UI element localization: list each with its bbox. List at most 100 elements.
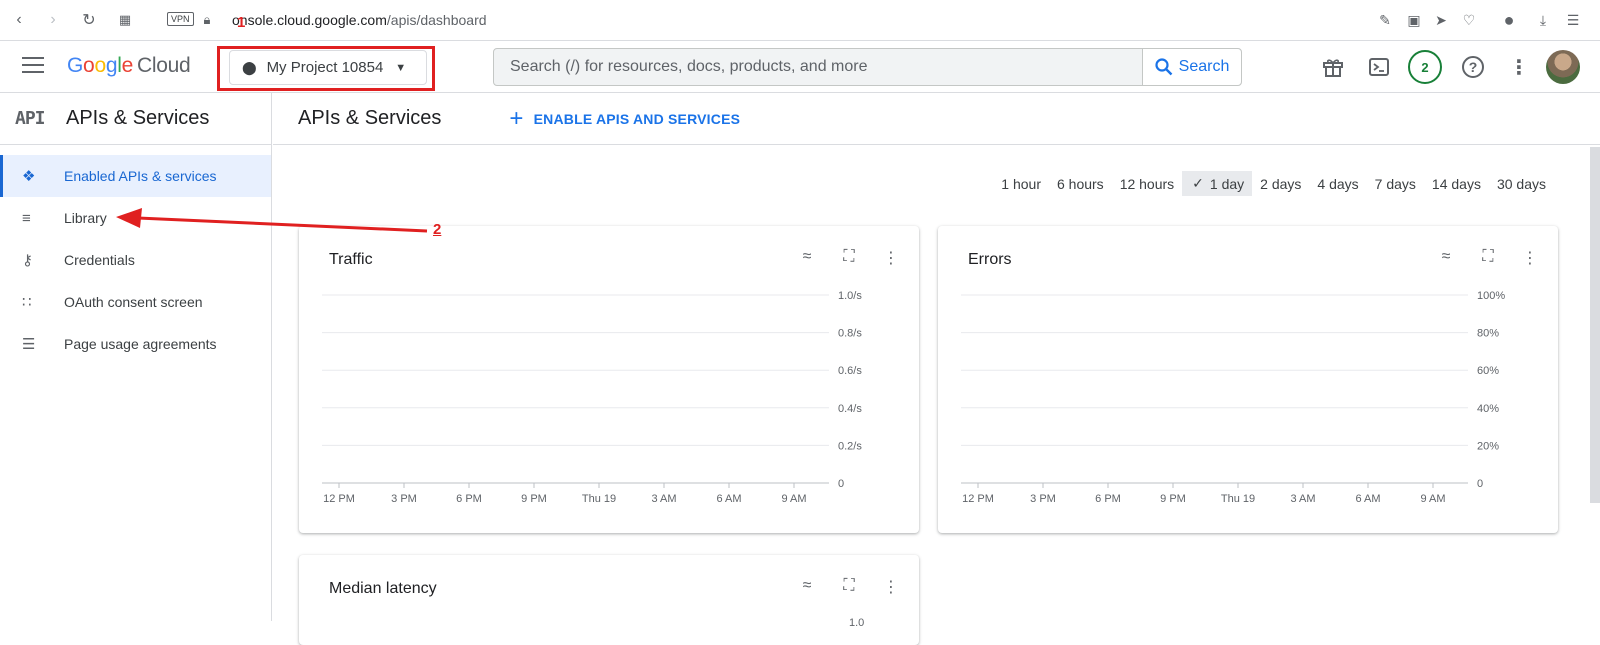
time-option-7d[interactable]: 7 days xyxy=(1367,171,1424,196)
x-tick-label: 6 PM xyxy=(456,493,482,505)
back-icon[interactable]: ‹ xyxy=(8,9,30,31)
sidebar-item-enabled-apis[interactable]: ❖ Enabled APIs & services xyxy=(0,155,271,197)
x-tick-label: Thu 19 xyxy=(1221,493,1255,505)
scrollbar[interactable] xyxy=(1590,147,1600,503)
time-range-selector: 1 hour 6 hours 12 hours ✓ 1 day 2 days 4 … xyxy=(993,171,1554,196)
sidebar-item-oauth-consent[interactable]: ∷ OAuth consent screen xyxy=(0,281,271,323)
project-name: My Project 10854 xyxy=(266,59,384,76)
library-icon: ≡ xyxy=(22,209,31,227)
avatar[interactable] xyxy=(1546,50,1580,84)
y-tick-label: 1.0 xyxy=(849,617,865,629)
card-title: Median latency xyxy=(329,580,437,597)
time-option-14d[interactable]: 14 days xyxy=(1424,171,1489,196)
settings-sliders-icon[interactable]: ☰ xyxy=(1562,9,1584,31)
console-header: Google Cloud ⬤︎ My Project 10854 ▼ Search… xyxy=(0,41,1600,93)
card-tools: ≈ ⛶ ⋮ xyxy=(795,577,903,597)
logo-cloud: Cloud xyxy=(136,54,191,77)
median-latency-card: Median latency ≈ ⛶ ⋮ 1.0 xyxy=(299,555,919,645)
browser-toolbar: ‹ › ↻ ▦ VPN 🔒︎ onsole.cloud.google.com/a… xyxy=(0,0,1600,41)
url-domain: onsole.cloud.google.com xyxy=(232,12,387,28)
x-tick-label: 6 PM xyxy=(1095,493,1121,505)
heart-icon[interactable]: ♡ xyxy=(1458,9,1480,31)
sidebar-item-credentials[interactable]: ⚷ Credentials xyxy=(0,239,271,281)
y-tick-label: 0 xyxy=(1477,478,1483,490)
y-tick-label: 40% xyxy=(1477,403,1499,415)
diamond-dots-icon: ❖ xyxy=(22,168,36,185)
y-tick-label: 0.2/s xyxy=(838,440,862,452)
time-option-2d[interactable]: 2 days xyxy=(1252,171,1309,196)
y-tick-label: 20% xyxy=(1477,440,1499,452)
menu-icon[interactable] xyxy=(22,57,44,75)
download-icon[interactable]: ⤓ xyxy=(1532,9,1554,31)
sidebar-item-label: Page usage agreements xyxy=(64,336,217,352)
logo-google: Google xyxy=(67,54,133,77)
y-tick-label: 0 xyxy=(838,478,844,490)
more-vert-icon[interactable]: ⋮ xyxy=(1506,54,1532,80)
reload-icon[interactable]: ↻ xyxy=(78,9,100,31)
notifications-badge[interactable]: 2 xyxy=(1408,50,1442,84)
sidebar-item-page-usage[interactable]: ☰ Page usage agreements xyxy=(0,323,271,365)
key-icon: ⚷ xyxy=(22,252,33,269)
fullscreen-icon[interactable]: ⛶ xyxy=(837,577,861,597)
x-tick-label: 9 AM xyxy=(1420,493,1445,505)
y-tick-label: 100% xyxy=(1477,290,1505,302)
edit-icon[interactable]: ✎ xyxy=(1374,9,1396,31)
camera-icon[interactable]: ▣ xyxy=(1403,9,1425,31)
x-tick-label: 3 PM xyxy=(1030,493,1056,505)
more-vert-icon[interactable]: ⋮ xyxy=(879,577,903,597)
sidebar-item-label: Library xyxy=(64,210,107,226)
time-option-6h[interactable]: 6 hours xyxy=(1049,171,1112,196)
time-option-30d[interactable]: 30 days xyxy=(1489,171,1554,196)
x-tick-label: 3 AM xyxy=(1290,493,1315,505)
profile-icon[interactable]: ● xyxy=(1498,9,1520,31)
sidebar-item-label: Enabled APIs & services xyxy=(64,168,217,184)
sidebar-header: API APIs & Services xyxy=(0,93,271,145)
search-input[interactable] xyxy=(494,49,1142,85)
gift-icon[interactable] xyxy=(1320,54,1346,80)
check-icon: ✓ xyxy=(1192,175,1204,191)
errors-chart: 100% 80% 60% 40% 20% 0 12 PM 3 PM 6 PM 9 PM Thu 19… xyxy=(961,290,1505,505)
svg-text:?: ? xyxy=(1469,59,1478,75)
page-title: APIs & Services xyxy=(298,107,442,129)
sidebar-title: APIs & Services xyxy=(66,107,210,129)
x-tick-label: Thu 19 xyxy=(582,493,616,505)
project-selector[interactable]: ⬤︎ My Project 10854 ▼ xyxy=(229,50,427,85)
y-tick-label: 0.4/s xyxy=(838,403,862,415)
search-bar: Search xyxy=(493,48,1242,86)
x-tick-label: 9 PM xyxy=(1160,493,1186,505)
help-icon[interactable]: ? xyxy=(1460,54,1486,80)
traffic-card: Traffic ≈ ⛶ ⋮ 1.0/s 0.8/s 0.6/s 0.4/s 0.2/s 0… xyxy=(299,226,919,533)
vpn-badge[interactable]: VPN xyxy=(167,12,194,26)
x-tick-label: 9 PM xyxy=(521,493,547,505)
x-tick-label: 3 AM xyxy=(651,493,676,505)
y-tick-label: 0.6/s xyxy=(838,365,862,377)
send-icon[interactable]: ➤ xyxy=(1430,9,1452,31)
y-tick-label: 1.0/s xyxy=(838,290,862,302)
settings-list-icon: ☰ xyxy=(22,336,36,353)
y-tick-label: 60% xyxy=(1477,365,1499,377)
y-tick-label: 80% xyxy=(1477,328,1499,340)
annotation-number-2: 2 xyxy=(433,221,442,238)
cloud-shell-icon[interactable] xyxy=(1366,54,1392,80)
legend-toggle-icon[interactable]: ≈ xyxy=(795,577,819,597)
google-cloud-logo[interactable]: Google Cloud xyxy=(67,54,191,78)
address-bar[interactable]: onsole.cloud.google.com/apis/dashboard xyxy=(232,12,487,28)
time-option-12h[interactable]: 12 hours xyxy=(1112,171,1182,196)
lock-icon[interactable]: 🔒︎ xyxy=(196,9,218,31)
tabs-grid-icon[interactable]: ▦ xyxy=(114,9,136,31)
enable-apis-label: ENABLE APIS AND SERVICES xyxy=(533,110,741,127)
search-icon xyxy=(1155,58,1172,76)
forward-icon[interactable]: › xyxy=(42,9,64,31)
x-tick-label: 6 AM xyxy=(1355,493,1380,505)
time-option-1d[interactable]: ✓ 1 day xyxy=(1182,171,1253,196)
consent-icon: ∷ xyxy=(22,294,32,311)
time-option-1h[interactable]: 1 hour xyxy=(993,171,1049,196)
enable-apis-button[interactable]: + ENABLE APIS AND SERVICES xyxy=(509,106,741,131)
sidebar-nav: ❖ Enabled APIs & services ≡ Library ⚷ Cr… xyxy=(0,145,271,365)
api-logo: API xyxy=(15,108,46,129)
errors-card: Errors ≈ ⛶ ⋮ 100% 80% 60% 40% 20% 0 12 PM 3 PM 6… xyxy=(938,226,1558,533)
search-button[interactable]: Search xyxy=(1142,49,1241,85)
main-header: APIs & Services + ENABLE APIS AND SERVIC… xyxy=(273,93,1600,145)
time-option-4d[interactable]: 4 days xyxy=(1309,171,1366,196)
sidebar-item-library[interactable]: ≡ Library xyxy=(0,197,271,239)
